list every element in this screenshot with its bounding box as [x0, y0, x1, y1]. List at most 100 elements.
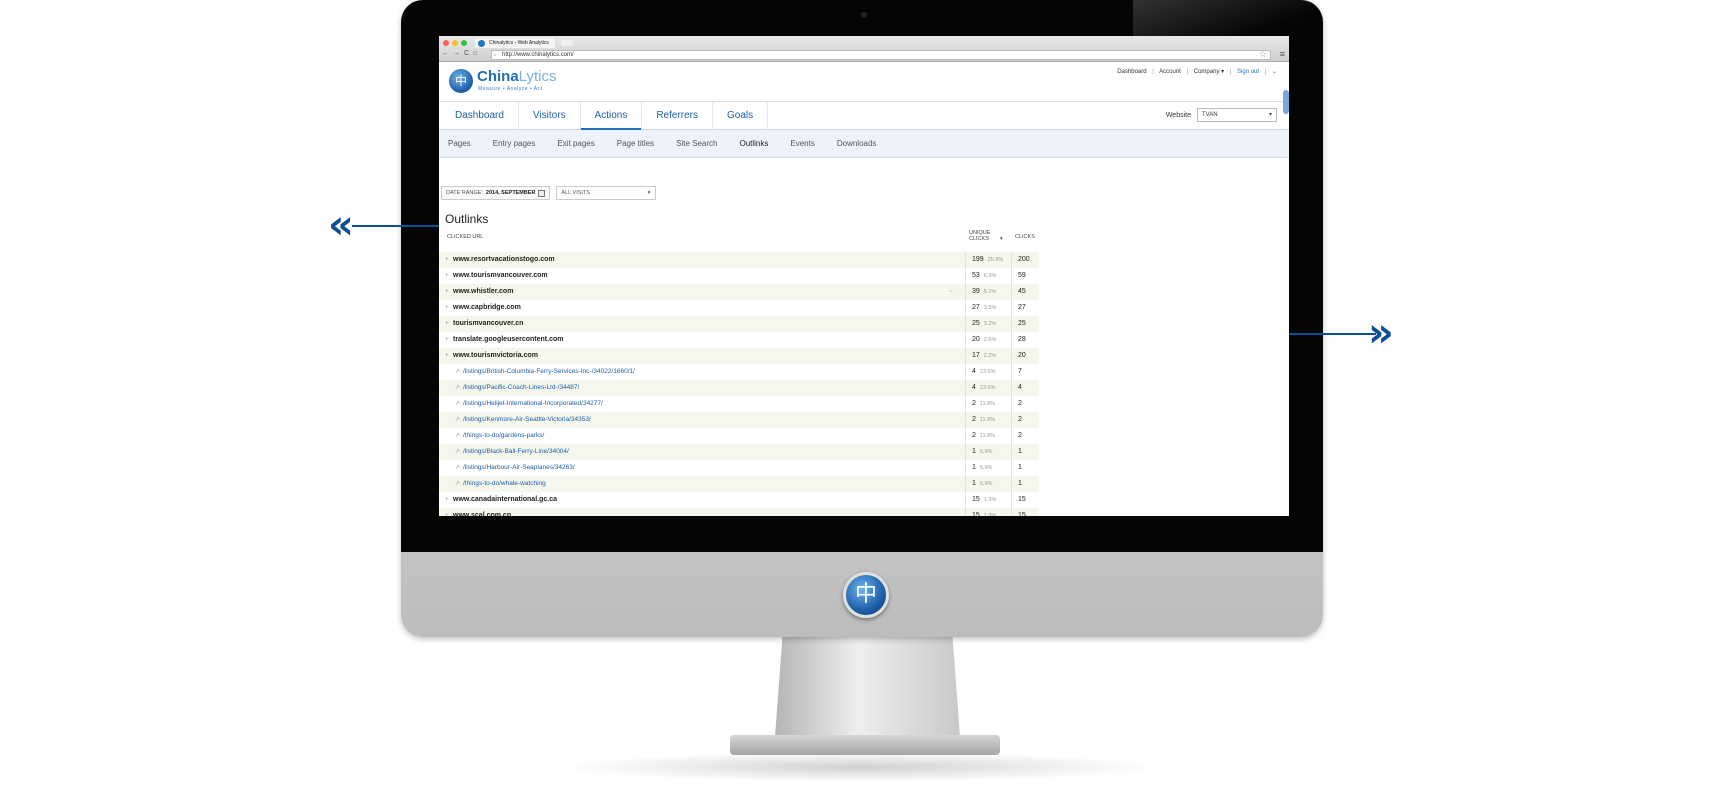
table-subrow[interactable]: ↗/listings/Black-Ball-Ferry-Line/34004/1…	[439, 444, 1039, 460]
reload-icon[interactable]: C	[464, 50, 469, 57]
clicked-url[interactable]: www.canadainternational.gc.ca	[453, 492, 557, 508]
sub-nav-downloads[interactable]: Downloads	[837, 130, 899, 157]
unique-clicks-value: 2	[972, 400, 976, 407]
clicked-url[interactable]: www.resortvacationstogo.com	[453, 252, 555, 268]
clicked-url[interactable]: translate.googleusercontent.com	[453, 332, 563, 348]
clicked-url[interactable]: /listings/Harbour-Air-Seaplanes/34263/	[463, 460, 575, 476]
clicked-url[interactable]: www.tourismvictoria.com	[453, 348, 538, 364]
table-row[interactable]: + www.resortvacationstogo.com 199 25.8% 200	[439, 252, 1039, 268]
expand-icon[interactable]: +	[445, 348, 449, 364]
main-nav-visitors[interactable]: Visitors	[519, 102, 581, 129]
main-nav-goals[interactable]: Goals	[713, 102, 769, 129]
sub-nav-entry-pages[interactable]: Entry pages	[493, 130, 558, 157]
monitor-stand-neck	[775, 637, 960, 737]
table-row[interactable]: + www.whistler.com ⌁ 39 5.1% 45	[439, 284, 1039, 300]
table-row[interactable]: + www.tourismvictoria.com 17 2.2% 20	[439, 348, 1039, 364]
bookmark-star-icon[interactable]: ☆	[1259, 49, 1267, 60]
home-icon[interactable]: ⌂	[473, 50, 477, 57]
sub-nav-pages[interactable]: Pages	[448, 130, 493, 157]
clicked-url[interactable]: /listings/British-Columbia-Ferry-Service…	[463, 364, 635, 380]
sub-nav-page-titles[interactable]: Page titles	[617, 130, 676, 157]
clicked-url[interactable]: /things-to-do/whale-watching	[463, 476, 546, 492]
browser-tab[interactable]: Chinalytics - Web Analytics	[475, 38, 555, 48]
table-subrow[interactable]: ↗/listings/Helijet-International-Incorpo…	[439, 396, 1039, 412]
column-header-url[interactable]: CLICKED URL	[447, 234, 483, 240]
table-subrow[interactable]: ↗/listings/Pacific-Coach-Lines-Ltd-/3448…	[439, 380, 1039, 396]
chevron-down-icon[interactable]: ⌄	[1272, 69, 1277, 75]
table-row[interactable]: + tourismvancouver.cn 25 3.2% 25	[439, 316, 1039, 332]
external-link-icon[interactable]: ↗	[455, 444, 460, 460]
table-subrow[interactable]: ↗/listings/British-Columbia-Ferry-Servic…	[439, 364, 1039, 380]
new-tab-button[interactable]	[561, 40, 573, 46]
date-range-picker[interactable]: DATE RANGE: 2014, SEPTEMBER	[441, 186, 551, 200]
address-bar[interactable]: ▫ http://www.chinalytics.com/	[491, 50, 1271, 60]
top-link-dashboard[interactable]: Dashboard	[1117, 69, 1146, 75]
clicked-url[interactable]: www.tourismvancouver.com	[453, 268, 548, 284]
expand-icon[interactable]: +	[445, 252, 449, 268]
logo-wordmark[interactable]: ChinaLytics	[477, 68, 556, 85]
expand-icon[interactable]: +	[445, 300, 449, 316]
clicked-url[interactable]: /things-to-do/gardens-parks/	[463, 428, 544, 444]
browser-menu-icon[interactable]: ≡	[1280, 49, 1285, 59]
table-subrow[interactable]: ↗/listings/Kenmore-Air-Seattle-Victoria/…	[439, 412, 1039, 428]
separator: |	[1229, 69, 1232, 75]
unique-clicks-value: 20	[972, 336, 980, 343]
expand-icon[interactable]: +	[445, 316, 449, 332]
expand-icon[interactable]: +	[445, 332, 449, 348]
clicked-url[interactable]: www.scal.com.cn	[453, 508, 511, 516]
external-link-icon[interactable]: ↗	[455, 380, 460, 396]
table-row[interactable]: + www.tourismvancouver.com 53 6.9% 59	[439, 268, 1039, 284]
clicked-url[interactable]: tourismvancouver.cn	[453, 316, 523, 332]
external-link-icon[interactable]: ↗	[455, 396, 460, 412]
clicked-url[interactable]: /listings/Kenmore-Air-Seattle-Victoria/3…	[463, 412, 591, 428]
unique-clicks-value: 2	[972, 416, 976, 423]
table-row[interactable]: + www.scal.com.cn 15 1.9% 15	[439, 508, 1039, 516]
chinalytics-logo-icon[interactable]: 中	[449, 69, 473, 93]
sub-nav-site-search[interactable]: Site Search	[676, 130, 739, 157]
sub-nav-outlinks[interactable]: Outlinks	[739, 130, 790, 157]
external-link-icon[interactable]: ↗	[455, 364, 460, 380]
expand-icon[interactable]: +	[445, 508, 449, 516]
chevron-down-icon: ▾	[647, 190, 651, 196]
back-icon[interactable]: ←	[442, 50, 449, 57]
table-row[interactable]: + translate.googleusercontent.com 20 2.6% 28	[439, 332, 1039, 348]
sub-nav-exit-pages[interactable]: Exit pages	[557, 130, 616, 157]
clicked-url[interactable]: /listings/Helijet-International-Incorpor…	[463, 396, 603, 412]
main-nav-referrers[interactable]: Referrers	[642, 102, 714, 129]
top-link-company[interactable]: Company ▾	[1194, 69, 1224, 75]
clicks-value: 200	[1018, 256, 1030, 263]
top-link-account[interactable]: Account	[1159, 69, 1181, 75]
zoom-window-button[interactable]	[461, 40, 467, 46]
external-link-icon[interactable]: ↗	[455, 412, 460, 428]
column-header-clicks[interactable]: CLICKS	[1015, 234, 1035, 240]
table-row[interactable]: + www.capbridge.com 27 3.5% 27	[439, 300, 1039, 316]
external-link-icon[interactable]: ↗	[455, 476, 460, 492]
sub-nav-events[interactable]: Events	[790, 130, 836, 157]
clicked-url[interactable]: www.whistler.com	[453, 284, 513, 300]
clicked-url[interactable]: /listings/Pacific-Coach-Lines-Ltd-/34487…	[463, 380, 579, 396]
clicked-url[interactable]: www.capbridge.com	[453, 300, 521, 316]
expand-icon[interactable]: +	[445, 268, 449, 284]
external-link-icon[interactable]: ↗	[455, 428, 460, 444]
row-evolution-icon[interactable]: ⌁	[949, 284, 953, 300]
main-nav-dashboard[interactable]: Dashboard	[441, 102, 519, 129]
table-subrow[interactable]: ↗/listings/Harbour-Air-Seaplanes/34263/1…	[439, 460, 1039, 476]
visits-segment-select[interactable]: ALL VISITS ▾	[556, 186, 657, 200]
table-subrow[interactable]: ↗/things-to-do/gardens-parks/2 11.8% 2	[439, 428, 1039, 444]
column-header-unique-clicks[interactable]: UNIQUE CLICKS ▾	[969, 230, 1003, 242]
top-link-signout[interactable]: Sign out	[1237, 69, 1259, 75]
minimize-window-button[interactable]	[452, 40, 458, 46]
unique-clicks-percent: 2.6%	[983, 337, 997, 343]
main-nav-actions[interactable]: Actions	[580, 102, 643, 130]
forward-icon[interactable]: →	[453, 50, 460, 57]
close-window-button[interactable]	[443, 40, 449, 46]
clicked-url[interactable]: /listings/Black-Ball-Ferry-Line/34004/	[463, 444, 569, 460]
external-link-icon[interactable]: ↗	[455, 460, 460, 476]
expand-icon[interactable]: +	[445, 284, 449, 300]
website-select[interactable]: TVAN ▾	[1197, 108, 1277, 122]
table-subrow[interactable]: ↗/things-to-do/whale-watching 1 5.9% 1	[439, 476, 1039, 492]
table-row[interactable]: + www.canadainternational.gc.ca 15 1.9% 15	[439, 492, 1039, 508]
clicks-value: 1	[1018, 464, 1022, 471]
expand-icon[interactable]: +	[445, 492, 449, 508]
unique-clicks-cell: 199 25.8%	[965, 252, 1012, 268]
